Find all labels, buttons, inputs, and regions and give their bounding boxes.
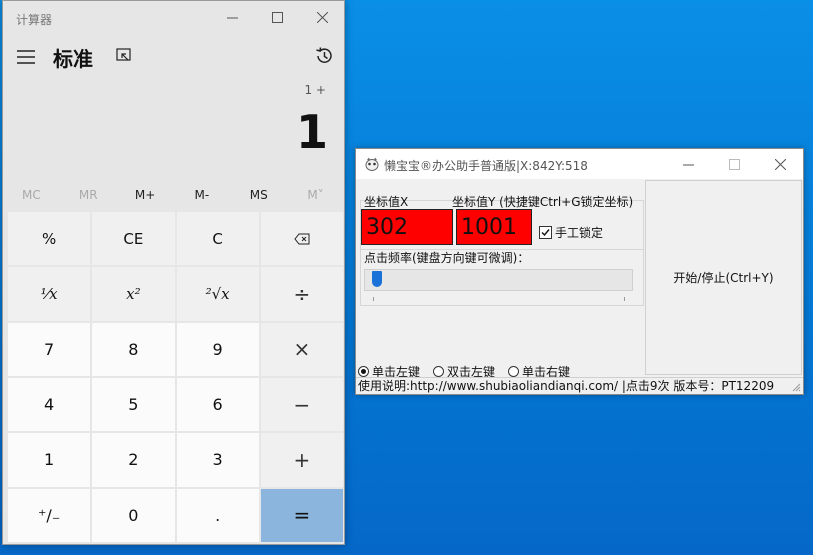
maximize-icon	[729, 158, 740, 170]
coord-y-label: 坐标值Y (快捷键Ctrl+G锁定坐标)	[452, 195, 634, 209]
mc-button[interactable]: MC	[3, 181, 60, 209]
m-plus-button[interactable]: M+	[117, 181, 174, 209]
negate-button[interactable]: ⁺∕₋	[8, 488, 91, 542]
checkmark-icon	[541, 229, 550, 237]
multiply-button[interactable]: ×	[260, 322, 343, 376]
minimize-button[interactable]	[209, 1, 255, 33]
clear-button[interactable]: C	[176, 212, 259, 266]
digit-8-button[interactable]: 8	[92, 322, 175, 376]
m-minus-button[interactable]: M-	[173, 181, 230, 209]
backspace-button[interactable]	[260, 212, 343, 266]
square-button[interactable]: x²	[92, 267, 175, 321]
slider-tick	[624, 297, 625, 301]
ms-button[interactable]: MS	[230, 181, 287, 209]
status-bar: 使用说明:http://www.shubiaoliandianqi.com/ |…	[356, 377, 803, 394]
history-icon[interactable]	[314, 46, 334, 66]
mode-title: 标准	[53, 47, 93, 71]
mr-button[interactable]: MR	[60, 181, 117, 209]
checkbox-box	[539, 226, 552, 239]
divide-button[interactable]: ÷	[260, 267, 343, 321]
digit-4-button[interactable]: 4	[8, 377, 91, 432]
coord-x-label: 坐标值X	[364, 195, 409, 209]
radio-dot	[358, 366, 369, 377]
keep-on-top-icon[interactable]	[115, 47, 133, 65]
keypad: % CE C ⅟x x² ²√x ÷ 7 8 9 × 4 5 6 − 1 2 3…	[8, 212, 343, 542]
start-stop-panel: 开始/停止(Ctrl+Y)	[645, 180, 802, 375]
calc-titlebar: 计算器	[3, 1, 344, 33]
calculator-window: 计算器 标准 1 + 1 MC MR M+ M- MS M˅ % CE C ⅟x…	[2, 0, 345, 545]
equals-button[interactable]: =	[260, 488, 343, 542]
helper-titlebar: 懒宝宝®办公助手普通版|X:842Y:518	[356, 149, 803, 179]
digit-0-button[interactable]: 0	[92, 488, 175, 542]
plus-button[interactable]: +	[260, 433, 343, 487]
helper-minimize-button[interactable]	[666, 149, 711, 179]
manual-lock-label: 手工锁定	[555, 226, 604, 240]
helper-close-button[interactable]	[758, 149, 803, 179]
digit-7-button[interactable]: 7	[8, 322, 91, 376]
resize-grip-icon[interactable]	[791, 382, 801, 392]
digit-9-button[interactable]: 9	[176, 322, 259, 376]
maximize-icon	[271, 11, 283, 23]
memory-row: MC MR M+ M- MS M˅	[3, 181, 344, 209]
minimize-icon	[226, 17, 238, 18]
radio-dot	[508, 366, 520, 377]
backspace-icon	[294, 233, 310, 245]
click-frequency-label: 点击频率(键盘方向键可微调)：	[364, 251, 530, 265]
settings-panel: 坐标值X 坐标值Y (快捷键Ctrl+G锁定坐标) 302 1001 手工锁定 …	[356, 180, 644, 379]
coord-y-field[interactable]: 1001	[456, 209, 532, 245]
app-logo-icon	[365, 157, 379, 171]
calc-header: 标准	[3, 37, 344, 77]
manual-lock-checkbox[interactable]: 手工锁定	[539, 224, 603, 241]
sqrt-label: ²√x	[205, 284, 230, 303]
sqrt-button[interactable]: ²√x	[176, 267, 259, 321]
digit-6-button[interactable]: 6	[176, 377, 259, 432]
radio-dot	[433, 366, 445, 377]
click-frequency-slider[interactable]	[364, 269, 633, 291]
expression-display: 1 +	[304, 83, 326, 97]
digit-3-button[interactable]: 3	[176, 433, 259, 487]
calc-app-title: 计算器	[16, 13, 53, 27]
coord-x-field[interactable]: 302	[361, 209, 453, 245]
digit-1-button[interactable]: 1	[8, 433, 91, 487]
reciprocal-label: ⅟x	[40, 284, 58, 303]
minus-button[interactable]: −	[260, 377, 343, 432]
close-icon	[775, 158, 786, 170]
start-stop-button[interactable]: 开始/停止(Ctrl+Y)	[646, 181, 801, 374]
reciprocal-button[interactable]: ⅟x	[8, 267, 91, 321]
close-icon	[316, 11, 328, 23]
slider-thumb[interactable]	[372, 271, 383, 287]
close-button[interactable]	[299, 1, 345, 33]
result-display: 1	[295, 105, 328, 159]
decimal-button[interactable]: .	[176, 488, 259, 542]
percent-button[interactable]: %	[8, 212, 91, 266]
auto-clicker-window: 懒宝宝®办公助手普通版|X:842Y:518 坐标值X 坐标值Y (快捷键Ctr…	[355, 148, 804, 395]
clear-entry-button[interactable]: CE	[92, 212, 175, 266]
digit-5-button[interactable]: 5	[92, 377, 175, 432]
memory-list-button[interactable]: M˅	[287, 181, 344, 209]
helper-maximize-button[interactable]	[712, 149, 757, 179]
slider-tick	[373, 297, 374, 301]
maximize-button[interactable]	[254, 1, 300, 33]
helper-title: 懒宝宝®办公助手普通版|X:842Y:518	[384, 159, 588, 173]
square-label: x²	[126, 284, 141, 303]
hamburger-menu-icon[interactable]	[15, 47, 37, 67]
digit-2-button[interactable]: 2	[92, 433, 175, 487]
minimize-icon	[683, 164, 694, 165]
